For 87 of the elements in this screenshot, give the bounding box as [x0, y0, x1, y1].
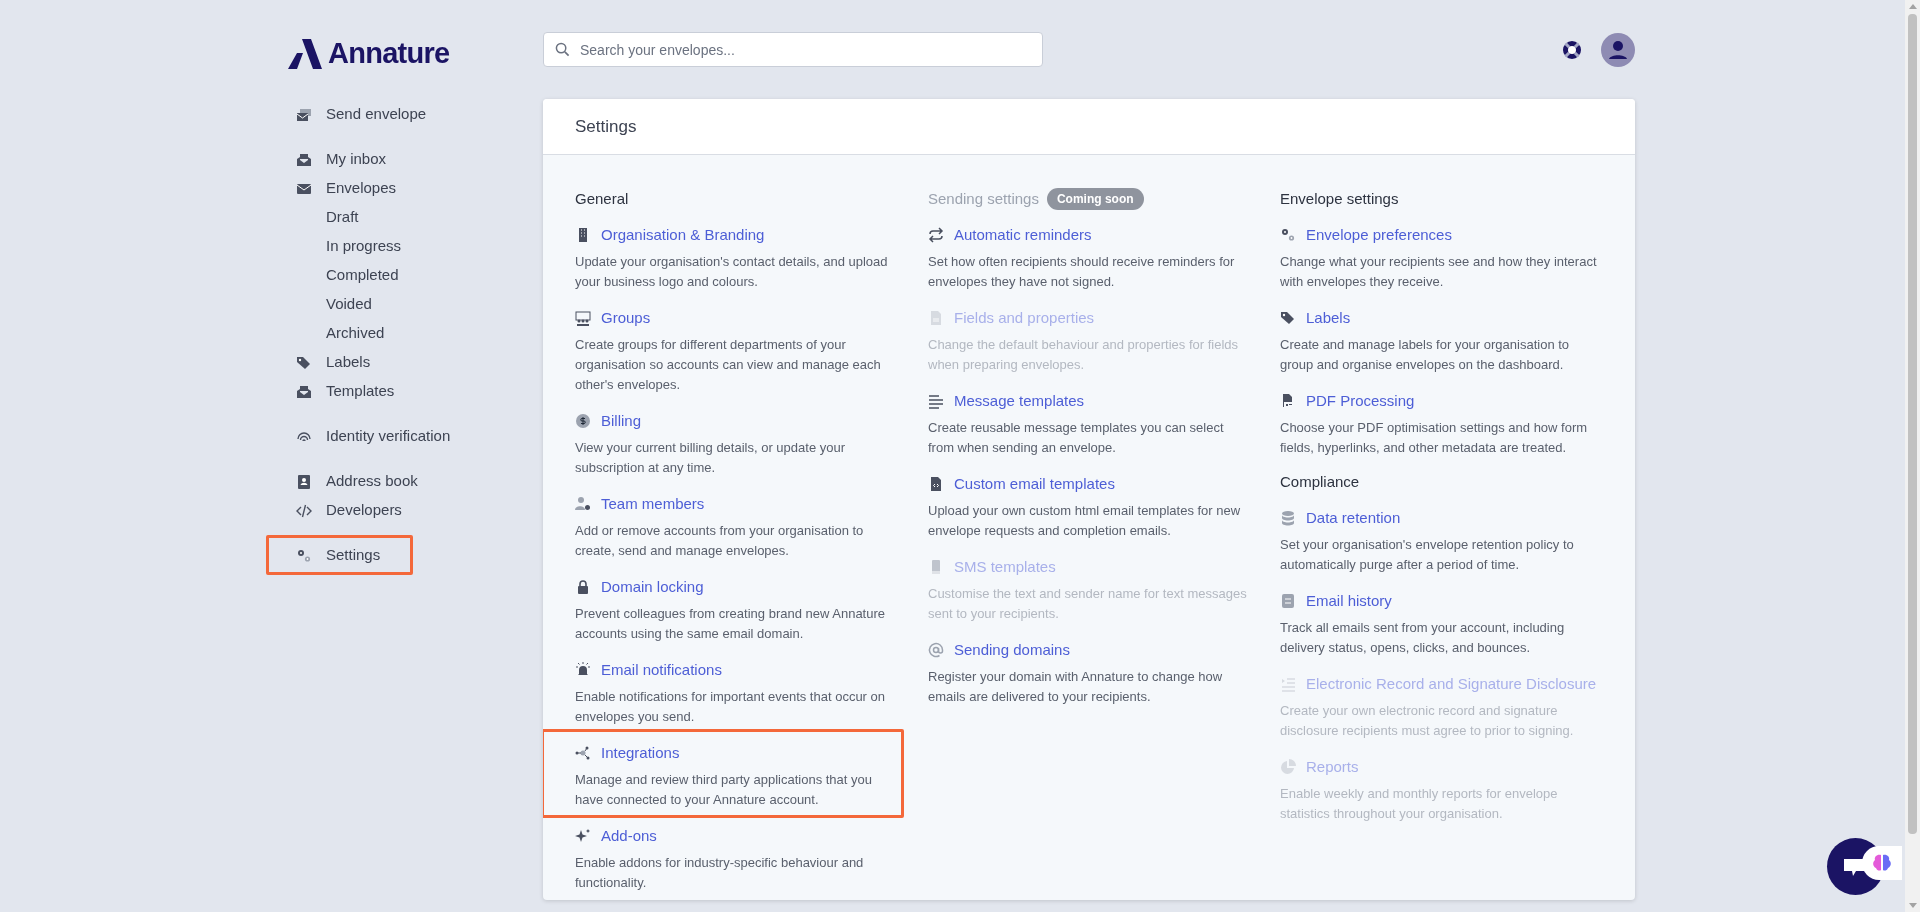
code-icon [296, 502, 312, 519]
settings-link[interactable]: Custom email templates [928, 474, 1115, 494]
settings-link[interactable]: Labels [1280, 308, 1351, 328]
setting-description: Set your organisation's envelope retention policy to automatically purge after a period of time. [1280, 536, 1575, 574]
settings-link[interactable]: Email history [1280, 591, 1392, 611]
assistant-badge[interactable] [1862, 846, 1902, 880]
setting-description: Enable notifications for important events that occur on envelopes you send. [575, 688, 886, 726]
pie-chart-icon [1280, 759, 1296, 775]
archive-icon [1280, 593, 1296, 609]
search-icon [555, 42, 570, 57]
sidebar-item[interactable]: Labels [288, 348, 371, 377]
settings-link[interactable]: Billing [575, 411, 642, 431]
code-file-icon [928, 476, 944, 492]
dollar-icon [575, 413, 591, 429]
inbox-icon [296, 383, 312, 400]
sidebar-item[interactable]: Address book [288, 467, 418, 496]
avatar-icon[interactable] [1601, 32, 1635, 67]
repeat-icon [928, 227, 944, 243]
setting-description: Create reusable message templates you can select from when sending an envelope. [928, 419, 1225, 457]
settings-link[interactable]: Email notifications [575, 660, 722, 680]
setting-description: Prevent colleagues from creating brand new Annature accounts using the same email domain. [575, 605, 887, 643]
user-gear-icon [575, 496, 591, 512]
section-heading: Compliance [1280, 471, 1360, 492]
logo-icon [288, 39, 322, 69]
setting-description: Set how often recipients should receive reminders for envelopes they have not signed. [928, 253, 1236, 291]
coming-soon-badge: Coming soon [1046, 188, 1144, 210]
setting-description: Change what your recipients see and how they interact with envelopes they receive. [1280, 253, 1598, 291]
lifebuoy-icon[interactable] [1561, 38, 1583, 61]
lock-icon [575, 579, 591, 595]
sidebar-item[interactable]: Settings [288, 541, 381, 570]
settings-link[interactable]: Team members [575, 494, 705, 514]
settings-link[interactable]: Envelope preferences [1280, 225, 1452, 245]
settings-link[interactable]: Organisation & Branding [575, 225, 765, 245]
panel-title: Settings [575, 115, 637, 138]
sidebar-subitem[interactable]: Voided [288, 290, 372, 319]
at-icon [928, 642, 944, 658]
sidebar-subitem[interactable]: Archived [288, 319, 385, 348]
sidebar-item[interactable]: Developers [288, 496, 402, 525]
settings-link[interactable]: Sending domains [928, 640, 1070, 660]
setting-description: Customise the text and sender name for text messages sent to your recipients. [928, 585, 1248, 623]
database-icon [1280, 510, 1296, 526]
sidebar-subitem[interactable]: In progress [288, 232, 402, 261]
contact-book-icon [296, 473, 312, 490]
envelope-stack-icon [296, 106, 312, 123]
inbox-icon [296, 151, 312, 168]
sidebar-item[interactable]: Identity verification [288, 422, 451, 451]
search-field[interactable]: Search your envelopes... [543, 32, 1043, 67]
brand-name: Annature [328, 36, 450, 72]
setting-description: Track all emails sent from your account, including delivery status, opens, clicks, and bounces. [1280, 619, 1566, 657]
setting-description: Add or remove accounts from your organisation to create, send and manage envelopes. [575, 522, 865, 560]
network-icon [575, 745, 591, 761]
settings-link[interactable]: Add-ons [575, 826, 657, 846]
sidebar-subitem[interactable]: Draft [288, 203, 359, 232]
setting-description: Change the default behaviour and properties for fields when preparing envelopes. [928, 336, 1240, 374]
settings-link[interactable]: PDF Processing [1280, 391, 1415, 411]
sidebar-item[interactable]: My inbox [288, 145, 387, 174]
settings-link[interactable]: Domain locking [575, 577, 704, 597]
brain-icon [1871, 853, 1893, 873]
settings-link[interactable]: Integrations [575, 743, 680, 763]
setting-description: Update your organisation's contact details, and upload your business logo and colours. [575, 253, 889, 291]
section-heading: Sending settings [928, 188, 1039, 209]
setting-description: Create and manage labels for your organisation to group and organise envelopes on the dashboard. [1280, 336, 1571, 374]
settings-link[interactable]: Message templates [928, 391, 1085, 411]
lines-icon [928, 393, 944, 409]
setting-description: Enable weekly and monthly reports for envelope statistics throughout your organisation. [1280, 785, 1559, 823]
document-icon [928, 310, 944, 326]
setting-description: Choose your PDF optimisation settings and how form fields, hyperlinks, and other metadata are treated. [1280, 419, 1589, 457]
section-heading: General [575, 188, 629, 209]
settings-link[interactable]: Data retention [1280, 508, 1401, 528]
setting-description: Register your domain with Annature to change how emails are delivered to your recipients. [928, 668, 1224, 706]
section-heading: Envelope settings [1280, 188, 1399, 209]
setting-description: Create groups for different departments of your organisation so accounts can view and manage each other's envelopes. [575, 336, 882, 394]
setting-description: View your current billing details, or update your subscription at any time. [575, 439, 847, 477]
sidebar-item[interactable]: Send envelope [288, 100, 427, 129]
sparkle-icon [575, 828, 591, 844]
settings-link[interactable]: Groups [575, 308, 651, 328]
setting-description: Manage and review third party applications that you have connected to your Annature account. [575, 771, 873, 809]
tag-icon [1280, 310, 1296, 326]
setting-description: Enable addons for industry-specific behaviour and functionality. [575, 854, 865, 892]
settings-link[interactable]: Automatic reminders [928, 225, 1092, 245]
tag-icon [296, 354, 312, 371]
sidebar-item[interactable]: Templates [288, 377, 395, 406]
setting-description: Upload your own custom html email templates for new envelope requests and completion emails. [928, 502, 1242, 540]
sidebar-item[interactable]: Envelopes [288, 174, 397, 203]
list-icon [1280, 676, 1296, 692]
setting-description: Create your own electronic record and signature disclosure recipients must agree to prior to signing. [1280, 702, 1575, 740]
sidebar-subitem[interactable]: Completed [288, 261, 399, 290]
